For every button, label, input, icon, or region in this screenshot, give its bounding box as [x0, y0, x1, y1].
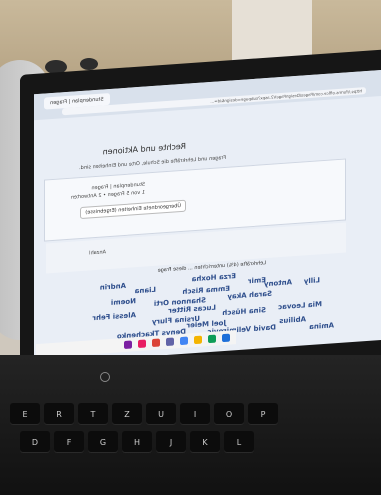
word-cloud-name: Liana	[134, 285, 156, 296]
word-cloud-name: Amina	[309, 321, 334, 332]
photo-scene: Stundenplan | Fragen https://forms.offic…	[0, 0, 381, 495]
key[interactable]: L	[224, 431, 254, 453]
key[interactable]: R	[44, 403, 74, 425]
key-row-home: D F G H J K L	[20, 431, 254, 453]
edge-icon[interactable]	[208, 334, 216, 344]
app-icon[interactable]	[124, 340, 132, 350]
key[interactable]: T	[78, 403, 108, 425]
key[interactable]: Z	[112, 403, 142, 425]
word-cloud-name: Alessi Fehr	[92, 311, 136, 323]
key[interactable]: P	[248, 403, 278, 425]
power-indicator-icon	[100, 372, 110, 382]
keyboard-deck: E R T Z U I O P D F G H J K L	[0, 355, 381, 495]
key[interactable]: U	[146, 403, 176, 425]
key-row-top: E R T Z U I O P	[10, 403, 278, 425]
key[interactable]: F	[54, 431, 84, 453]
laptop-screen: Stundenplan | Fragen https://forms.offic…	[34, 69, 381, 365]
explorer-icon[interactable]	[194, 335, 202, 345]
slot-label: Anzahl	[89, 249, 106, 257]
chrome-icon[interactable]	[152, 338, 160, 348]
key[interactable]: D	[20, 431, 50, 453]
key[interactable]: H	[122, 431, 152, 453]
word-cloud-name: Mia Leovac	[278, 300, 322, 312]
word-cloud-name: Antony	[263, 278, 292, 289]
key[interactable]: O	[214, 403, 244, 425]
app-icon[interactable]	[138, 339, 146, 349]
word-cloud-name: Emma Risch	[182, 284, 230, 296]
key[interactable]: G	[88, 431, 118, 453]
word-cloud-name: Andrin	[99, 281, 126, 292]
word-cloud-name: Noemi	[110, 297, 136, 307]
word-cloud-name: Erza Hoxha	[191, 272, 236, 284]
teams-icon[interactable]	[166, 337, 174, 347]
start-icon[interactable]	[222, 333, 230, 343]
card-meta: 1 von 5 Fragen • 2 Antworten	[70, 189, 145, 201]
key[interactable]: E	[10, 403, 40, 425]
key[interactable]: J	[156, 431, 186, 453]
word-cloud-name: Sarah Akay	[227, 289, 272, 301]
word-cloud: Erza Hoxha Emir Lilly Antony Liana Andri…	[36, 264, 334, 344]
mail-icon[interactable]	[180, 336, 188, 346]
key[interactable]: I	[180, 403, 210, 425]
page-heading: Rechte und Aktionen	[102, 141, 186, 157]
key[interactable]: K	[190, 431, 220, 453]
word-cloud-name: Sina Hüsch	[222, 306, 266, 318]
screen-content-mirrored: Stundenplan | Fragen https://forms.offic…	[34, 69, 381, 365]
word-cloud-name: Abilius	[279, 315, 306, 326]
background-object	[80, 58, 98, 70]
word-cloud-name: Lilly	[303, 276, 320, 286]
